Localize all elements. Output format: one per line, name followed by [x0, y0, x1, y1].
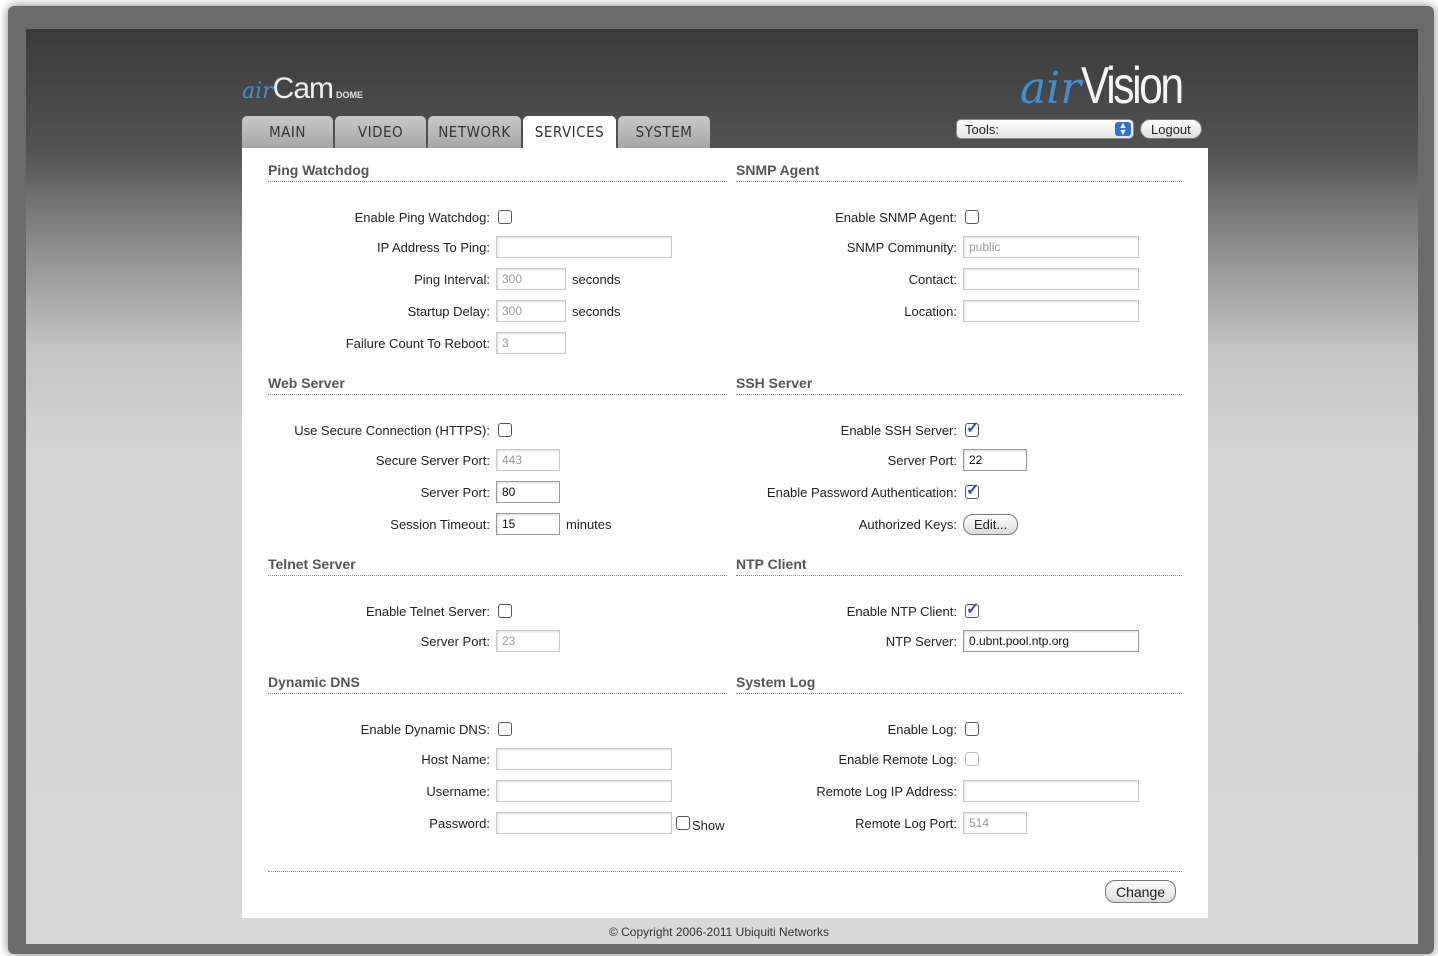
ssh-port-label: Server Port:: [887, 452, 957, 468]
enable-ping-watchdog-label: Enable Ping Watchdog:: [354, 209, 490, 225]
enable-telnet-label: Enable Telnet Server:: [365, 603, 490, 619]
snmp-community-label: SNMP Community:: [846, 239, 957, 255]
remote-log-port-label: Remote Log Port:: [855, 815, 957, 831]
enable-ddns-label: Enable Dynamic DNS:: [360, 721, 490, 737]
ip-to-ping-input[interactable]: [496, 236, 672, 258]
logo-cam-text: Cam: [272, 72, 334, 105]
ip-to-ping-label: IP Address To Ping:: [377, 239, 490, 255]
snmp-location-label: Location:: [904, 303, 957, 319]
ping-interval-label: Ping Interval:: [414, 271, 490, 287]
main-tabs: MAIN VIDEO NETWORK SERVICES SYSTEM: [242, 116, 710, 148]
section-telnet-server: Telnet Server: [268, 556, 727, 576]
ping-interval-input[interactable]: 300: [496, 268, 566, 290]
section-system-log: System Log: [736, 674, 1182, 694]
ping-interval-unit: seconds: [572, 271, 621, 287]
session-timeout-unit: minutes: [566, 516, 612, 532]
startup-delay-label: Startup Delay:: [407, 303, 490, 319]
ntp-server-input[interactable]: 0.ubnt.pool.ntp.org: [963, 630, 1139, 652]
logo-air-text: air: [1019, 63, 1082, 114]
remote-log-port-input[interactable]: 514: [963, 812, 1027, 834]
section-ssh-server: SSH Server: [736, 375, 1182, 395]
edit-keys-button[interactable]: Edit...: [963, 513, 1019, 535]
dropdown-arrows-icon: ▲ ▼: [1115, 121, 1131, 137]
host-name-input[interactable]: [496, 748, 672, 770]
enable-log-checkbox[interactable]: [965, 722, 979, 736]
authorized-keys-label: Authorized Keys:: [858, 516, 957, 532]
section-ping-watchdog: Ping Watchdog: [268, 162, 727, 182]
secure-port-label: Secure Server Port:: [375, 452, 490, 468]
remote-log-ip-label: Remote Log IP Address:: [816, 783, 957, 799]
copyright-text: © Copyright 2006-2011 Ubiquiti Networks: [608, 925, 830, 939]
section-snmp-agent: SNMP Agent: [736, 162, 1182, 182]
airvision-logo: air Vision: [1020, 56, 1204, 116]
enable-remote-log-checkbox[interactable]: [965, 752, 979, 766]
snmp-community-input[interactable]: public: [963, 236, 1139, 258]
enable-ssh-label: Enable SSH Server:: [840, 422, 957, 438]
enable-ddns-checkbox[interactable]: [498, 722, 512, 736]
toolbar: Tools: ▲ ▼ Logout: [956, 119, 1202, 139]
password-auth-label: Enable Password Authentication:: [766, 484, 957, 500]
username-input[interactable]: [496, 780, 672, 802]
session-timeout-label: Session Timeout:: [390, 516, 490, 532]
host-name-label: Host Name:: [421, 751, 490, 767]
username-label: Username:: [426, 783, 490, 799]
startup-delay-unit: seconds: [572, 303, 621, 319]
enable-ntp-label: Enable NTP Client:: [846, 603, 957, 619]
ntp-server-label: NTP Server:: [885, 633, 957, 649]
startup-delay-input[interactable]: 300: [496, 300, 566, 322]
footer-divider: [268, 871, 1182, 872]
logo-vision-text: Vision: [1081, 57, 1184, 115]
aircam-dome-logo: air Cam DOME: [242, 72, 363, 106]
tab-video[interactable]: VIDEO: [335, 116, 426, 148]
tab-system[interactable]: SYSTEM: [618, 116, 710, 148]
https-checkbox[interactable]: [498, 423, 512, 437]
enable-log-label: Enable Log:: [887, 721, 957, 737]
enable-ssh-checkbox[interactable]: [965, 418, 979, 438]
ssh-port-input[interactable]: 22: [963, 449, 1027, 471]
failure-count-input[interactable]: 3: [496, 332, 566, 354]
tab-services[interactable]: SERVICES: [523, 116, 616, 148]
show-password-label: Show: [692, 817, 725, 833]
tools-label: Tools:: [965, 121, 999, 137]
https-label: Use Secure Connection (HTTPS):: [294, 422, 490, 438]
enable-ping-watchdog-checkbox[interactable]: [498, 210, 512, 224]
password-auth-checkbox[interactable]: [965, 480, 979, 500]
session-timeout-input[interactable]: 15: [496, 513, 560, 535]
secure-port-input[interactable]: 443: [496, 449, 560, 471]
enable-snmp-label: Enable SNMP Agent:: [835, 209, 957, 225]
enable-remote-log-label: Enable Remote Log:: [838, 751, 957, 767]
show-password-checkbox[interactable]: [676, 816, 690, 830]
tab-main[interactable]: MAIN: [242, 116, 333, 148]
web-server-port-input[interactable]: 80: [496, 481, 560, 503]
telnet-port-input[interactable]: 23: [496, 630, 560, 652]
enable-ntp-checkbox[interactable]: [965, 599, 979, 619]
password-input[interactable]: [496, 812, 672, 834]
logo-model-text: DOME: [336, 90, 364, 100]
enable-snmp-checkbox[interactable]: [965, 210, 979, 224]
snmp-location-input[interactable]: [963, 300, 1139, 322]
snmp-contact-label: Contact:: [908, 271, 957, 287]
web-server-port-label: Server Port:: [420, 484, 490, 500]
section-dynamic-dns: Dynamic DNS: [268, 674, 727, 694]
remote-log-ip-input[interactable]: [963, 780, 1139, 802]
tools-dropdown[interactable]: Tools: ▲ ▼: [956, 119, 1134, 139]
failure-count-label: Failure Count To Reboot:: [345, 335, 490, 351]
section-web-server: Web Server: [268, 375, 727, 395]
telnet-port-label: Server Port:: [420, 633, 490, 649]
logo-air-text: air: [242, 79, 273, 104]
section-ntp-client: NTP Client: [736, 556, 1182, 576]
snmp-contact-input[interactable]: [963, 268, 1139, 290]
enable-telnet-checkbox[interactable]: [498, 604, 512, 618]
tab-network[interactable]: NETWORK: [428, 116, 521, 148]
change-button[interactable]: Change: [1105, 880, 1177, 903]
logout-button[interactable]: Logout: [1140, 119, 1202, 139]
password-label: Password:: [429, 815, 490, 831]
